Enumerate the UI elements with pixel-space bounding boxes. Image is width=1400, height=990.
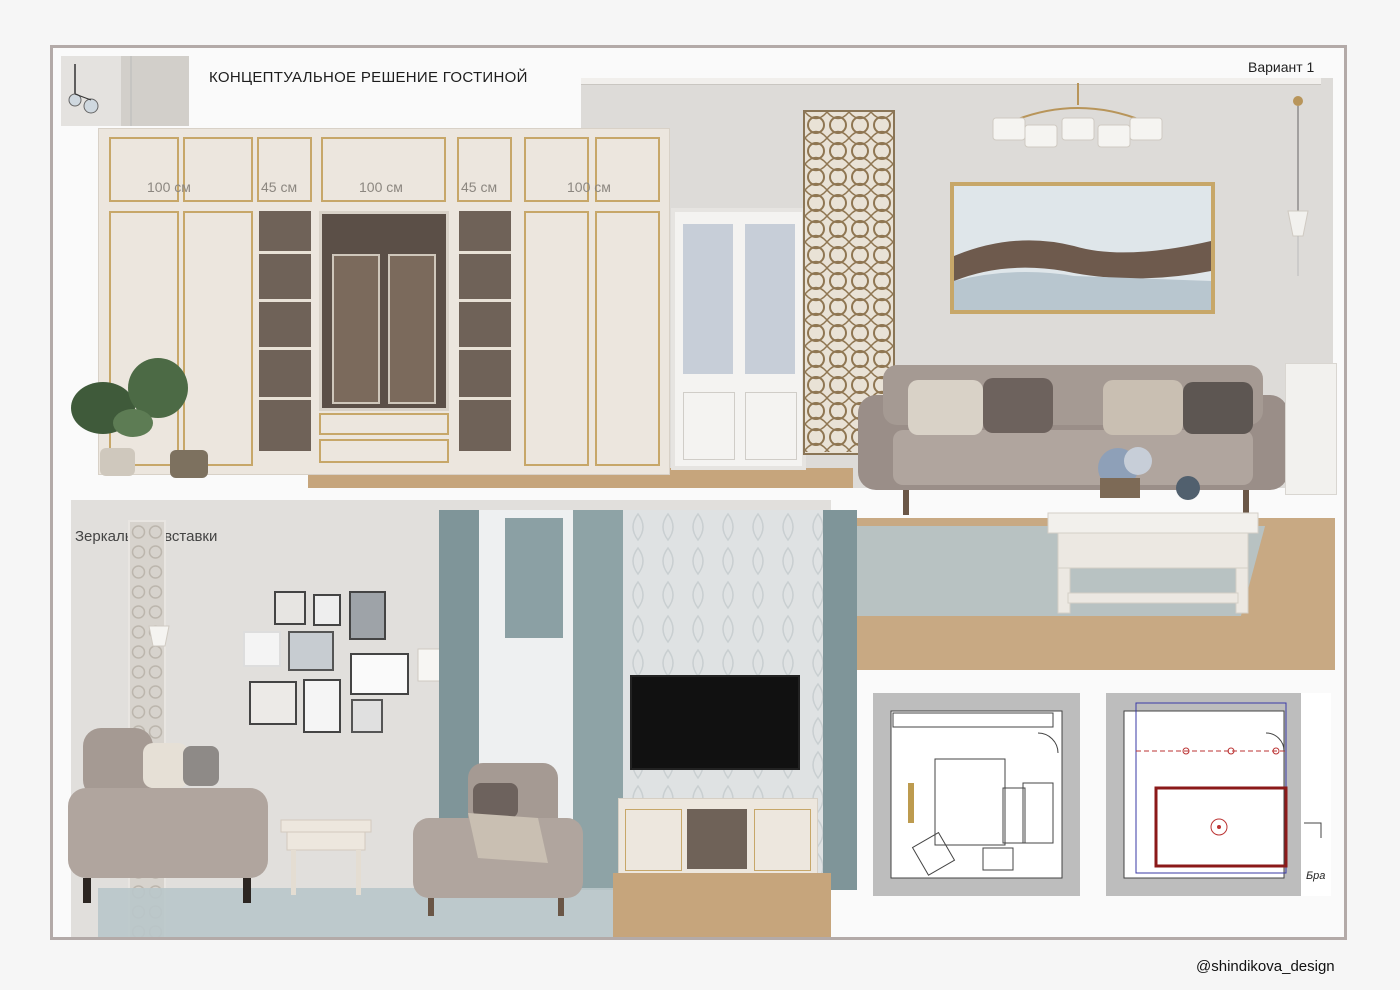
floor-plan-drawing [873, 693, 1080, 896]
wood-floor-bottom [613, 873, 831, 937]
shelf-board [259, 397, 311, 400]
ceiling-chandelier-icon [68, 56, 189, 126]
top-cornice [581, 78, 1321, 85]
wardrobe-door [595, 211, 660, 466]
photo-frame [337, 631, 345, 667]
shelf-board [459, 397, 511, 400]
dimension-label: 45 см [261, 179, 298, 195]
plant-icon [71, 358, 208, 478]
console-niche [687, 809, 747, 869]
photo-frame [303, 679, 341, 733]
ceiling-lighting-plan [1106, 693, 1331, 896]
roman-blind [505, 518, 563, 638]
tv-console [618, 798, 818, 880]
console-door [754, 809, 811, 871]
pendant-lamp-icon [1287, 96, 1309, 276]
door-glass-left [683, 224, 733, 374]
ceiling-thumbnail [61, 56, 189, 126]
glass-door-left [332, 254, 380, 404]
page-title: КОНЦЕПТУАЛЬНОЕ РЕШЕНИЕ ГОСТИНОЙ [209, 69, 528, 86]
armchair-icon [68, 728, 268, 903]
shelf-board [259, 299, 311, 302]
door-panel-right [745, 392, 797, 460]
wall-painting [950, 182, 1215, 314]
door-glass-right [745, 224, 795, 374]
photo-frame [243, 631, 281, 667]
tv-screen [630, 675, 800, 770]
open-shelving-left [259, 211, 311, 451]
photo-frame [349, 591, 386, 640]
photo-frame [274, 591, 306, 625]
dimension-label: 100 см [567, 179, 611, 195]
variant-label: Вариант 1 [1248, 59, 1315, 75]
dimension-label: 100 см [147, 179, 191, 195]
curtain-right [823, 510, 857, 890]
shelf-board [259, 251, 311, 254]
door-panel-left [683, 392, 735, 460]
photo-frame [288, 631, 334, 671]
photo-frame [313, 594, 341, 626]
dimension-label: 45 см [461, 179, 498, 195]
glass-cabinet [319, 211, 449, 411]
wardrobe-top-panel [183, 137, 253, 202]
open-shelving-right [459, 211, 511, 451]
armchair-icon [413, 763, 583, 916]
gallery-wall [241, 591, 409, 733]
photo-frame [350, 653, 409, 695]
sconce-note: Бра [1306, 870, 1326, 882]
shelf-board [459, 299, 511, 302]
drawer [319, 439, 449, 463]
wardrobe-door [524, 211, 589, 466]
shelf-board [459, 251, 511, 254]
ceiling-plan-drawing [1106, 693, 1322, 896]
coffee-table-icon [1047, 447, 1259, 614]
dimension-label: 100 см [359, 179, 403, 195]
landscape-artwork-icon [954, 186, 1211, 310]
interior-double-door [671, 208, 806, 470]
side-table-icon [280, 819, 372, 895]
wall-sconce-icon [148, 625, 170, 647]
drawer [319, 413, 449, 435]
furniture-floor-plan [873, 693, 1080, 896]
dresser [1285, 363, 1337, 495]
photo-frame [351, 699, 383, 733]
glass-door-right [388, 254, 436, 404]
concept-board: КОНЦЕПТУАЛЬНОЕ РЕШЕНИЕ ГОСТИНОЙ Вариант … [50, 45, 1347, 940]
shelf-board [259, 347, 311, 350]
console-door [625, 809, 682, 871]
shelf-board [459, 347, 511, 350]
author-credit: @shindikova_design [1196, 958, 1335, 975]
chandelier-icon [992, 83, 1163, 148]
